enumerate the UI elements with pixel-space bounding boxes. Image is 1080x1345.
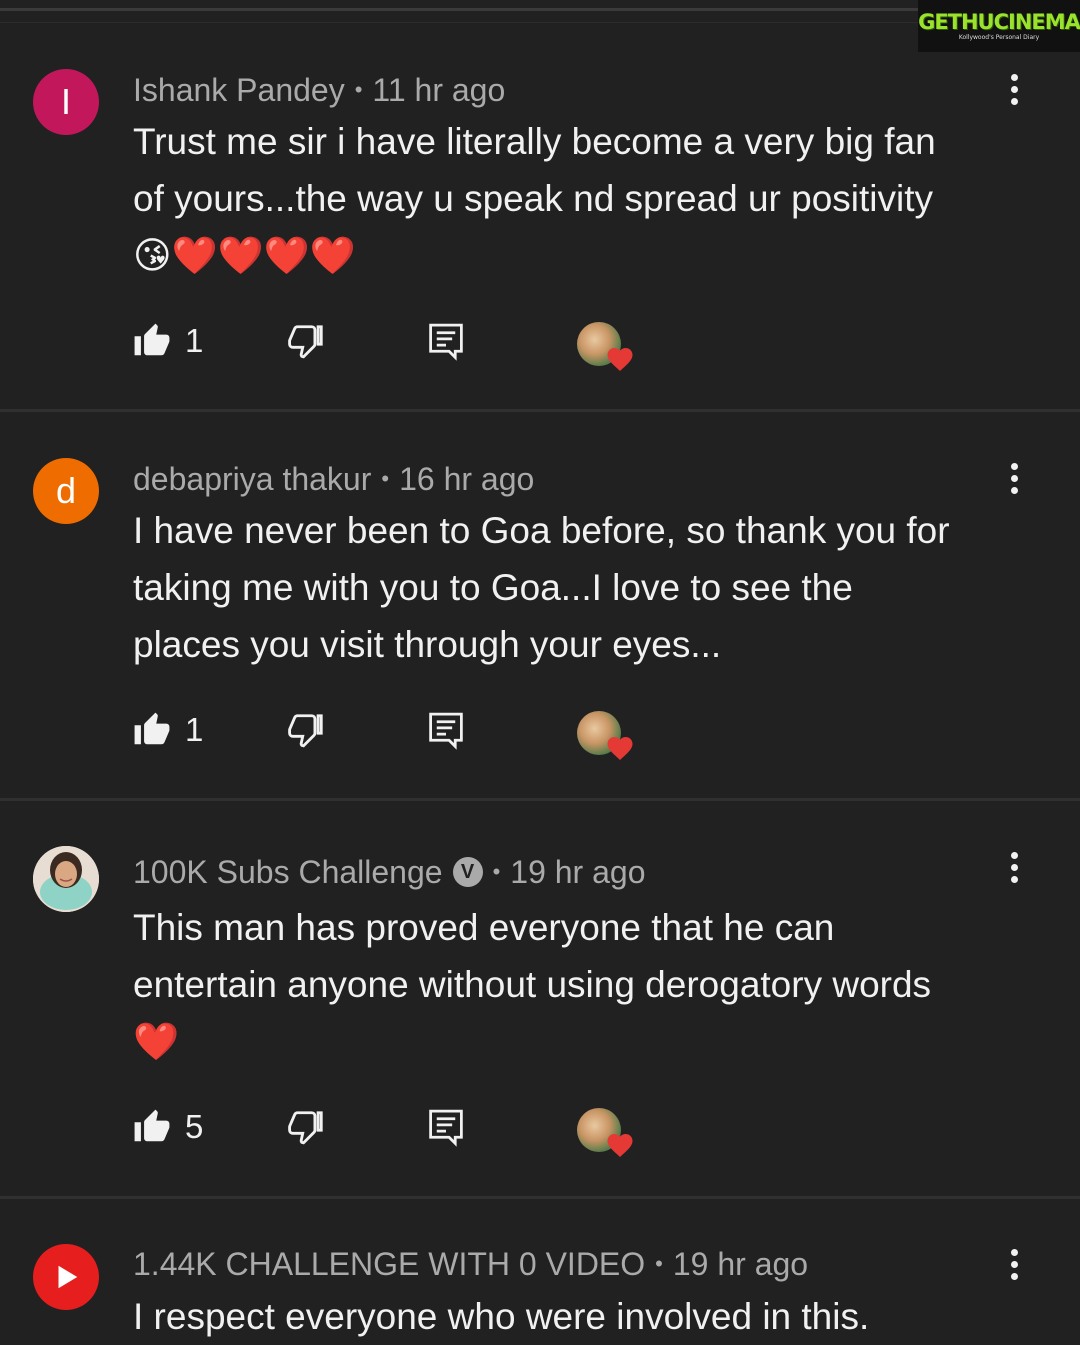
- avatar-letter: I: [60, 81, 71, 122]
- timestamp[interactable]: 19 hr ago: [673, 1246, 808, 1283]
- heart-icon: [607, 1134, 633, 1157]
- avatar[interactable]: [33, 846, 99, 912]
- reply-button[interactable]: [427, 322, 465, 362]
- timestamp[interactable]: 11 hr ago: [372, 72, 505, 109]
- like-button[interactable]: 5: [133, 1108, 203, 1146]
- comment-meta: 100K Subs Challenge V • 19 hr ago: [133, 850, 645, 894]
- comment-actions: 5: [133, 1108, 653, 1158]
- separator-dot: •: [655, 1251, 663, 1276]
- timestamp[interactable]: 19 hr ago: [510, 854, 645, 891]
- like-count: 5: [185, 1108, 204, 1145]
- separator-dot: •: [492, 859, 501, 884]
- creator-heart-icon: [577, 322, 637, 372]
- emoji-line: ❤️: [133, 1021, 180, 1062]
- dislike-button[interactable]: [288, 322, 326, 360]
- creator-heart-icon: [577, 711, 637, 761]
- creator-heart-icon: [577, 1108, 637, 1158]
- author-name[interactable]: debapriya thakur: [133, 461, 371, 498]
- watermark-logo: GETHUCINEMA Kollywood's Personal Diary: [918, 0, 1080, 52]
- emoji-line: 😘❤️❤️❤️❤️: [133, 235, 356, 276]
- comment-line: I have never been to Goa before, so than…: [133, 510, 950, 551]
- thumbs-up-icon: [134, 1109, 170, 1142]
- comment-line: taking me with you to Goa...I love to se…: [133, 567, 853, 608]
- avatar-letter: d: [55, 470, 77, 511]
- comment-divider: [0, 798, 1080, 801]
- author-name[interactable]: Ishank Pandey: [133, 72, 345, 109]
- verified-icon: V: [452, 857, 483, 887]
- thumbs-down-icon: [288, 714, 323, 748]
- dislike-button[interactable]: [288, 711, 326, 749]
- like-count: 1: [185, 711, 204, 748]
- play-icon: [58, 1265, 78, 1289]
- comment-divider: [0, 409, 1080, 412]
- timestamp[interactable]: 16 hr ago: [399, 461, 534, 498]
- watermark-title: GETHUCINEMA: [918, 10, 1080, 34]
- comment-divider: [0, 1196, 1080, 1199]
- comment-line: places you visit through your eyes...: [133, 624, 722, 665]
- heart-icon: [607, 737, 633, 760]
- more-vert-icon[interactable]: [1000, 74, 1028, 114]
- avatar[interactable]: [33, 1244, 99, 1310]
- more-vert-icon[interactable]: [1000, 463, 1028, 503]
- author-name[interactable]: 100K Subs Challenge: [133, 854, 443, 891]
- comment-text: Trust me sir i have literally become a v…: [133, 113, 1013, 284]
- dislike-button[interactable]: [288, 1108, 326, 1146]
- comment-meta: 1.44K CHALLENGE WITH 0 VIDEO • 19 hr ago: [133, 1244, 808, 1284]
- thumbs-down-icon: [288, 1111, 323, 1145]
- comment-line: of yours...the way u speak nd spread ur …: [133, 178, 934, 219]
- reply-icon: [429, 712, 463, 750]
- reply-button[interactable]: [427, 711, 465, 751]
- comment-text: This man has proved everyone that he can…: [133, 899, 1013, 1070]
- reply-icon: [429, 323, 463, 361]
- comment-meta: debapriya thakur • 16 hr ago: [133, 459, 534, 499]
- thumbs-up-icon: [134, 323, 170, 356]
- author-name[interactable]: 1.44K CHALLENGE WITH 0 VIDEO: [133, 1246, 645, 1283]
- comment-text: I respect everyone who were involved in …: [133, 1288, 1013, 1345]
- reply-icon: [429, 1109, 463, 1147]
- thumbs-down-icon: [288, 325, 323, 359]
- thumbs-up-icon: [134, 712, 170, 745]
- like-button[interactable]: 1: [133, 711, 203, 749]
- reply-button[interactable]: [427, 1108, 465, 1148]
- comment-line: entertain anyone without using derogator…: [133, 964, 932, 1005]
- separator-dot: •: [381, 466, 390, 491]
- comment-line: I respect everyone who were involved in …: [133, 1296, 870, 1337]
- comment-text: I have never been to Goa before, so than…: [133, 502, 1013, 673]
- comment-meta: Ishank Pandey • 11 hr ago: [133, 70, 505, 110]
- heart-icon: [607, 348, 633, 371]
- avatar[interactable]: I: [33, 69, 99, 135]
- comment-line: Trust me sir i have literally become a v…: [133, 121, 936, 162]
- comment-actions: 1: [133, 322, 653, 372]
- separator-dot: •: [354, 77, 363, 102]
- avatar-photo: [33, 846, 99, 912]
- comment-line: This man has proved everyone that he can: [133, 907, 835, 948]
- like-count: 1: [185, 322, 204, 359]
- more-vert-icon[interactable]: [1000, 1249, 1028, 1289]
- more-vert-icon[interactable]: [1000, 852, 1028, 892]
- watermark-subtitle: Kollywood's Personal Diary: [958, 34, 1040, 41]
- comment-actions: 1: [133, 711, 653, 761]
- avatar[interactable]: d: [33, 458, 99, 524]
- like-button[interactable]: 1: [133, 322, 203, 360]
